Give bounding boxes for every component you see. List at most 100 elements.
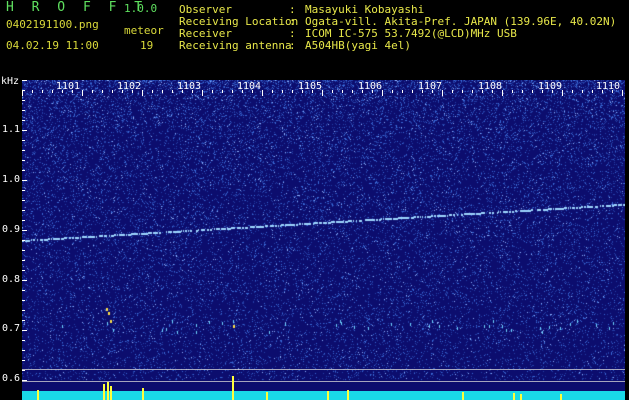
y-tick-label: 0.7 <box>2 323 21 334</box>
meteor-spike <box>110 386 112 400</box>
x-tick <box>342 90 343 93</box>
x-tick <box>112 90 113 93</box>
y-tick <box>22 320 25 321</box>
observation-datetime: 04.02.19 11:00 <box>6 39 99 52</box>
x-tick <box>122 90 123 93</box>
y-tick-label: 0.8 <box>2 274 21 285</box>
y-tick-label: 1.1 <box>2 124 21 135</box>
x-tick <box>232 90 233 93</box>
y-tick <box>22 170 25 171</box>
x-tick <box>212 90 213 93</box>
x-tick <box>132 90 133 93</box>
x-tick <box>492 90 493 93</box>
x-tick <box>442 90 443 96</box>
spectrogram-area <box>22 80 625 400</box>
x-tick <box>62 90 63 93</box>
y-tick <box>22 230 27 231</box>
x-tick <box>292 90 293 93</box>
x-tick <box>222 90 223 93</box>
x-tick <box>72 90 73 93</box>
x-tick <box>512 90 513 93</box>
x-tick <box>182 90 183 93</box>
meteor-spike <box>327 391 329 400</box>
y-tick <box>22 370 25 371</box>
x-tick <box>392 90 393 93</box>
meteor-spike <box>347 390 349 400</box>
x-tick <box>462 90 463 93</box>
y-tick <box>22 250 25 251</box>
meteor-spike <box>462 392 464 400</box>
x-tick <box>162 90 163 93</box>
x-tick <box>92 90 93 93</box>
x-tick <box>452 90 453 93</box>
info-sep: : <box>289 39 296 52</box>
x-tick <box>32 90 33 93</box>
y-tick <box>22 80 27 81</box>
x-tick <box>202 90 203 96</box>
reference-line <box>22 381 625 382</box>
x-tick <box>472 90 473 93</box>
x-tick <box>502 90 503 96</box>
y-tick <box>22 220 25 221</box>
x-tick <box>52 90 53 93</box>
x-tick <box>332 90 333 93</box>
y-tick <box>22 160 25 161</box>
y-tick <box>22 310 25 311</box>
x-tick <box>312 90 313 93</box>
y-tick <box>22 200 25 201</box>
x-tick-label: 1110 <box>596 81 621 92</box>
y-tick <box>22 240 25 241</box>
y-tick <box>22 350 25 351</box>
x-tick <box>362 90 363 93</box>
y-tick <box>22 100 25 101</box>
x-tick <box>352 90 353 93</box>
y-tick <box>22 190 25 191</box>
x-tick <box>252 90 253 93</box>
x-tick <box>382 90 383 96</box>
x-tick <box>282 90 283 93</box>
x-tick <box>482 90 483 93</box>
y-tick <box>22 210 25 211</box>
x-tick <box>302 90 303 93</box>
signal-baseline <box>22 391 625 400</box>
x-tick <box>412 90 413 93</box>
x-tick <box>422 90 423 93</box>
spectrogram-noise <box>22 80 625 400</box>
x-tick <box>602 90 603 93</box>
meteor-spike <box>107 382 109 400</box>
x-tick <box>322 90 323 96</box>
x-tick <box>192 90 193 93</box>
meteor-spike <box>513 393 515 400</box>
x-tick <box>532 90 533 93</box>
x-tick <box>432 90 433 93</box>
y-axis-unit: kHz <box>1 76 20 87</box>
x-tick <box>562 90 563 96</box>
y-tick <box>22 360 25 361</box>
x-tick <box>572 90 573 93</box>
y-tick <box>22 260 25 261</box>
meteor-spike <box>560 394 562 400</box>
y-tick-label: 0.9 <box>2 224 21 235</box>
y-tick <box>22 180 27 181</box>
x-tick <box>592 90 593 93</box>
x-tick <box>372 90 373 93</box>
x-tick <box>242 90 243 93</box>
y-tick <box>22 300 25 301</box>
y-tick <box>22 120 25 121</box>
reference-line <box>22 369 625 370</box>
x-tick-label: 1104 <box>237 81 262 92</box>
x-tick <box>402 90 403 93</box>
app-version: 1.0.0 <box>124 2 158 15</box>
x-tick <box>582 90 583 93</box>
x-tick <box>272 90 273 93</box>
x-tick <box>612 90 613 93</box>
y-tick <box>22 270 25 271</box>
x-tick-label: 1103 <box>177 81 202 92</box>
y-tick <box>22 140 25 141</box>
x-tick <box>172 90 173 93</box>
y-tick-label: 0.6 <box>2 373 21 384</box>
x-tick-label: 1101 <box>56 81 81 92</box>
x-tick <box>522 90 523 93</box>
meteor-spike <box>520 394 522 400</box>
y-tick-label: 1.0 <box>2 174 21 185</box>
